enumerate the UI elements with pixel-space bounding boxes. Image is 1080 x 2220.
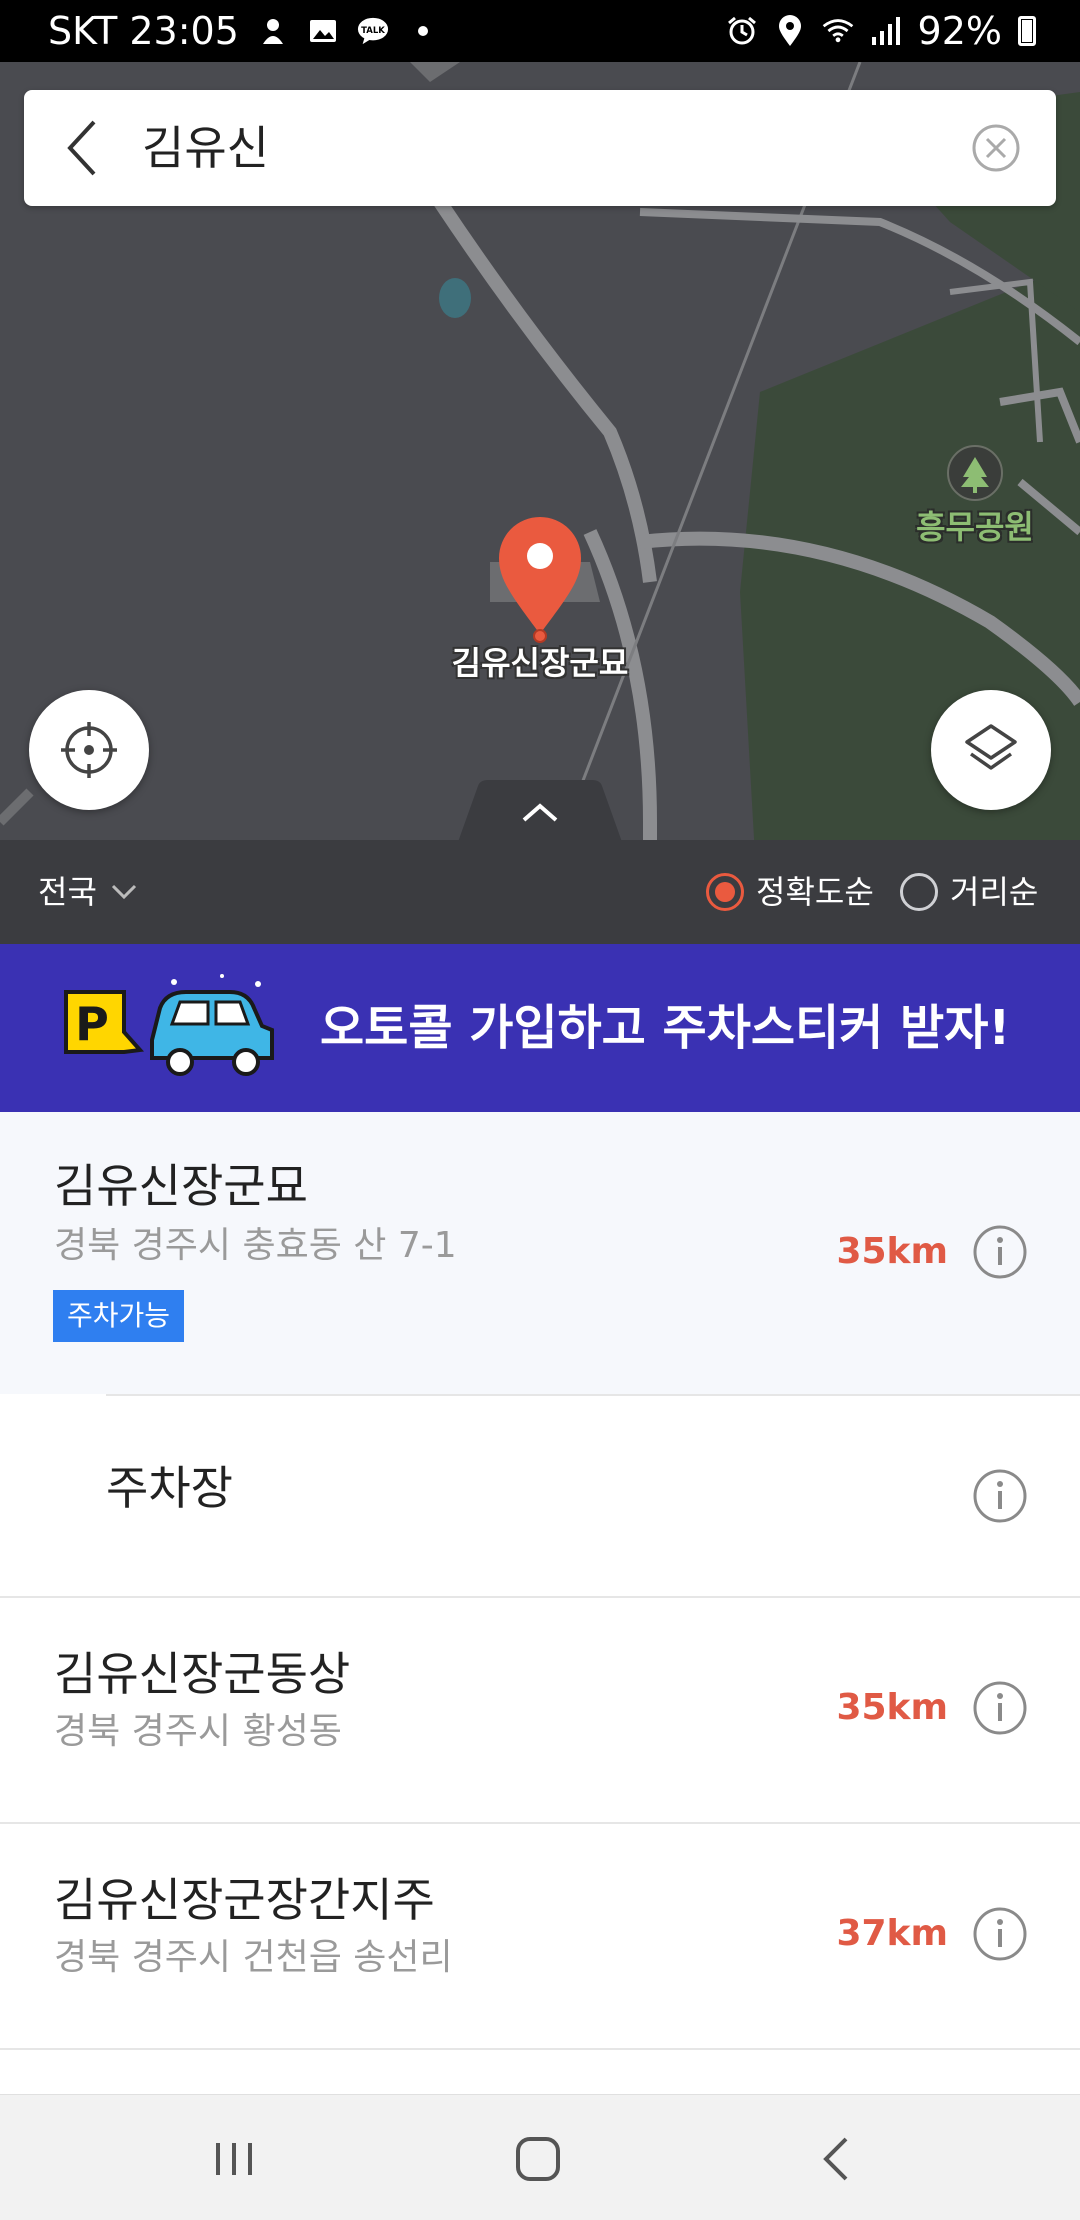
results-list: 김유신장군묘 경북 경주시 충효동 산 7-1 주차가능 35km 주차장 김유… <box>0 1112 1080 2050</box>
expand-list-button[interactable] <box>458 780 622 842</box>
place-name[interactable]: 주차장 <box>106 1458 233 1518</box>
alarm-icon <box>726 15 758 47</box>
battery-percent: 92% <box>917 9 1002 53</box>
list-item[interactable]: 김유신장군동상 경북 경주시 황성동 35km <box>0 1598 1080 1824</box>
list-item[interactable]: 김유신장군묘 경북 경주시 충효동 산 7-1 주차가능 35km <box>0 1112 1080 1394</box>
sort-distance-label: 거리순 <box>950 873 1039 911</box>
talk-icon: TALK <box>357 15 389 47</box>
status-left: SKT 23:05 TALK <box>48 8 439 54</box>
place-name[interactable]: 김유신장군장간지주 <box>54 1870 435 1930</box>
place-address: 경북 경주시 황성동 <box>54 1711 342 1752</box>
emoji-icon <box>257 15 289 47</box>
park-tree-icon[interactable] <box>947 445 1003 501</box>
wifi-icon <box>822 15 854 47</box>
place-name[interactable]: 김유신장군동상 <box>54 1644 350 1704</box>
sort-accuracy-label: 정확도순 <box>756 873 874 911</box>
location-pin-icon[interactable] <box>495 514 585 644</box>
system-nav-bar <box>0 2094 1080 2220</box>
info-icon[interactable] <box>972 1680 1028 1736</box>
list-item[interactable]: 주차장 <box>0 1394 1080 1598</box>
info-icon[interactable] <box>972 1468 1028 1524</box>
layers-icon <box>965 724 1017 770</box>
clear-icon[interactable] <box>970 122 1022 174</box>
dot-icon <box>407 15 439 47</box>
region-dropdown[interactable]: 전국 <box>38 868 137 916</box>
location-icon <box>774 15 806 47</box>
search-bar[interactable]: 김유신 <box>24 90 1056 206</box>
battery-icon <box>1018 16 1036 46</box>
park-label[interactable]: 흥무공원 <box>900 502 1050 548</box>
place-distance: 37km <box>836 1913 948 1954</box>
signal-icon <box>870 15 902 47</box>
list-item[interactable]: 김유신장군장간지주 경북 경주시 건천읍 송선리 37km <box>0 1824 1080 2050</box>
banner-text[interactable]: 오토콜 가입하고 주차스티커 받자! <box>320 998 1010 1058</box>
home-icon[interactable] <box>508 2131 568 2187</box>
radio-unselected-icon[interactable] <box>900 873 938 911</box>
sort-accuracy-option[interactable]: 정확도순 <box>706 868 874 916</box>
gallery-icon <box>307 15 339 47</box>
search-query[interactable]: 김유신 <box>142 116 269 180</box>
carrier-time: SKT 23:05 <box>48 9 239 53</box>
chevron-left-icon[interactable] <box>52 116 116 180</box>
info-icon[interactable] <box>972 1224 1028 1280</box>
svg-text:P: P <box>75 997 109 1051</box>
info-icon[interactable] <box>972 1906 1028 1962</box>
parking-badge: 주차가능 <box>53 1290 185 1342</box>
parking-car-icon: P <box>64 974 274 1076</box>
region-label: 전국 <box>38 873 97 911</box>
pin-label: 김유신장군묘 <box>451 644 629 682</box>
place-distance: 35km <box>836 1231 948 1272</box>
place-name[interactable]: 김유신장군묘 <box>54 1156 308 1216</box>
map-layers-button[interactable] <box>931 690 1051 810</box>
place-address: 경북 경주시 충효동 산 7-1 <box>54 1225 457 1266</box>
place-address: 경북 경주시 건천읍 송선리 <box>54 1937 453 1978</box>
radio-selected-icon[interactable] <box>706 873 744 911</box>
current-location-button[interactable] <box>29 690 149 810</box>
filter-bar: 전국 정확도순 거리순 <box>0 840 1080 944</box>
svg-text:TALK: TALK <box>361 25 385 35</box>
crosshair-icon <box>61 722 117 778</box>
recent-apps-icon[interactable] <box>204 2131 264 2187</box>
sort-distance-option[interactable]: 거리순 <box>900 868 1038 916</box>
chevron-down-icon <box>111 884 136 900</box>
place-distance: 35km <box>836 1687 948 1728</box>
status-right: 92% <box>726 8 1036 54</box>
back-icon[interactable] <box>808 2131 868 2187</box>
status-bar: SKT 23:05 TALK 92% <box>0 0 1080 62</box>
promo-banner[interactable]: P 오토콜 가입하고 주차스티커 받자! <box>0 944 1080 1112</box>
